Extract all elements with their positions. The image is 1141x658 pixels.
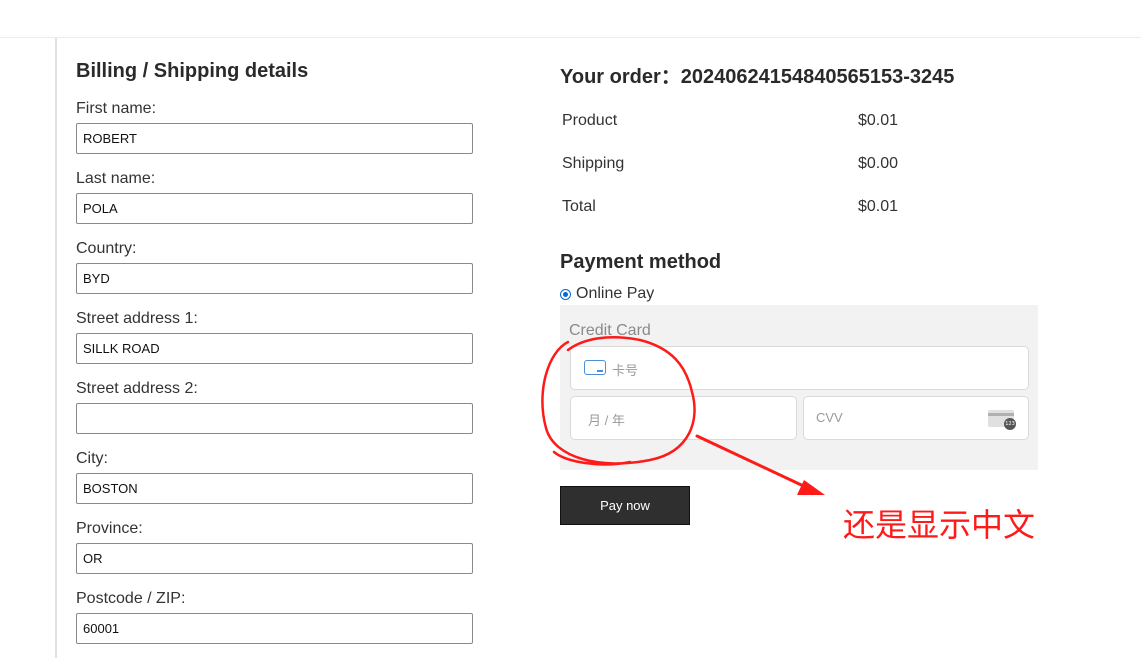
annotation-circle bbox=[541, 336, 696, 466]
annotation-arrow-head bbox=[797, 480, 825, 495]
annotation-text: 还是显示中文 bbox=[843, 506, 1036, 544]
annotation-markup bbox=[541, 336, 825, 495]
annotation-arrow-line bbox=[695, 434, 814, 492]
